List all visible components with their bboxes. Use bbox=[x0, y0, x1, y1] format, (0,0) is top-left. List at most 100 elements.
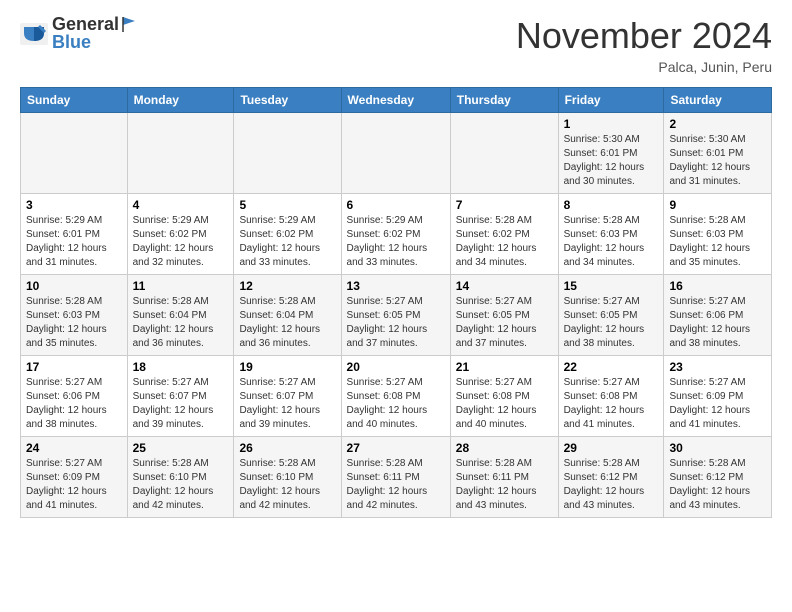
day-info: Sunrise: 5:28 AM Sunset: 6:03 PM Dayligh… bbox=[564, 214, 659, 270]
day-number: 19 bbox=[239, 360, 335, 374]
calendar-cell bbox=[341, 113, 450, 194]
day-number: 11 bbox=[133, 279, 229, 293]
calendar-cell: 26Sunrise: 5:28 AM Sunset: 6:10 PM Dayli… bbox=[234, 437, 341, 518]
calendar-week-row: 24 Sunrise: 5:27 AM Sunset: 6:09 PM Dayli… bbox=[21, 437, 772, 518]
day-number: 6 bbox=[347, 198, 445, 212]
day-of-week-header: Friday bbox=[558, 88, 664, 113]
day-info: Sunrise: 5:27 AM Sunset: 6:09 PM Dayligh… bbox=[26, 457, 122, 513]
day-number: 5 bbox=[239, 198, 335, 212]
calendar-cell bbox=[21, 113, 128, 194]
calendar-cell: 19 Sunrise: 5:27 AM Sunset: 6:07 PM Dayli… bbox=[234, 356, 341, 437]
day-info: Sunrise: 5:27 AM Sunset: 6:08 PM Dayligh… bbox=[564, 376, 659, 432]
calendar-cell: 30Sunrise: 5:28 AM Sunset: 6:12 PM Dayli… bbox=[664, 437, 772, 518]
day-number: 4 bbox=[133, 198, 229, 212]
day-of-week-header: Thursday bbox=[450, 88, 558, 113]
day-info: Sunrise: 5:30 AM Sunset: 6:01 PM Dayligh… bbox=[564, 133, 659, 189]
day-of-week-header: Wednesday bbox=[341, 88, 450, 113]
month-title: November 2024 bbox=[516, 15, 772, 57]
day-number: 20 bbox=[347, 360, 445, 374]
page-header: General Blue November 2024 Palca, Junin,… bbox=[20, 15, 772, 75]
day-info: Sunrise: 5:27 AM Sunset: 6:08 PM Dayligh… bbox=[456, 376, 553, 432]
day-info: Sunrise: 5:29 AM Sunset: 6:02 PM Dayligh… bbox=[347, 214, 445, 270]
day-info: Sunrise: 5:28 AM Sunset: 6:10 PM Dayligh… bbox=[133, 457, 229, 513]
day-info: Sunrise: 5:28 AM Sunset: 6:04 PM Dayligh… bbox=[239, 295, 335, 351]
calendar-cell: 16 Sunrise: 5:27 AM Sunset: 6:06 PM Dayli… bbox=[664, 275, 772, 356]
calendar-week-row: 17 Sunrise: 5:27 AM Sunset: 6:06 PM Dayli… bbox=[21, 356, 772, 437]
calendar-cell bbox=[234, 113, 341, 194]
calendar-table: SundayMondayTuesdayWednesdayThursdayFrid… bbox=[20, 87, 772, 518]
location: Palca, Junin, Peru bbox=[516, 59, 772, 75]
day-info: Sunrise: 5:29 AM Sunset: 6:02 PM Dayligh… bbox=[133, 214, 229, 270]
day-number: 24 bbox=[26, 441, 122, 455]
day-number: 17 bbox=[26, 360, 122, 374]
day-number: 10 bbox=[26, 279, 122, 293]
day-number: 21 bbox=[456, 360, 553, 374]
page-container: General Blue November 2024 Palca, Junin,… bbox=[0, 0, 792, 528]
logo-flag-icon bbox=[121, 15, 137, 33]
day-number: 12 bbox=[239, 279, 335, 293]
calendar-week-row: 10 Sunrise: 5:28 AM Sunset: 6:03 PM Dayli… bbox=[21, 275, 772, 356]
day-number: 26 bbox=[239, 441, 335, 455]
day-number: 14 bbox=[456, 279, 553, 293]
day-number: 15 bbox=[564, 279, 659, 293]
day-info: Sunrise: 5:27 AM Sunset: 6:05 PM Dayligh… bbox=[456, 295, 553, 351]
day-info: Sunrise: 5:27 AM Sunset: 6:06 PM Dayligh… bbox=[669, 295, 766, 351]
calendar-cell: 12 Sunrise: 5:28 AM Sunset: 6:04 PM Dayli… bbox=[234, 275, 341, 356]
calendar-cell: 13 Sunrise: 5:27 AM Sunset: 6:05 PM Dayli… bbox=[341, 275, 450, 356]
day-number: 1 bbox=[564, 117, 659, 131]
calendar-cell: 9Sunrise: 5:28 AM Sunset: 6:03 PM Daylig… bbox=[664, 194, 772, 275]
calendar-cell: 1 Sunrise: 5:30 AM Sunset: 6:01 PM Daylig… bbox=[558, 113, 664, 194]
day-of-week-header: Sunday bbox=[21, 88, 128, 113]
day-info: Sunrise: 5:28 AM Sunset: 6:03 PM Dayligh… bbox=[26, 295, 122, 351]
day-info: Sunrise: 5:28 AM Sunset: 6:11 PM Dayligh… bbox=[456, 457, 553, 513]
calendar-week-row: 3Sunrise: 5:29 AM Sunset: 6:01 PM Daylig… bbox=[21, 194, 772, 275]
calendar-cell: 20 Sunrise: 5:27 AM Sunset: 6:08 PM Dayli… bbox=[341, 356, 450, 437]
day-info: Sunrise: 5:27 AM Sunset: 6:08 PM Dayligh… bbox=[347, 376, 445, 432]
title-section: November 2024 Palca, Junin, Peru bbox=[516, 15, 772, 75]
day-info: Sunrise: 5:28 AM Sunset: 6:12 PM Dayligh… bbox=[669, 457, 766, 513]
day-info: Sunrise: 5:27 AM Sunset: 6:06 PM Dayligh… bbox=[26, 376, 122, 432]
calendar-cell: 3Sunrise: 5:29 AM Sunset: 6:01 PM Daylig… bbox=[21, 194, 128, 275]
calendar-cell: 15Sunrise: 5:27 AM Sunset: 6:05 PM Dayli… bbox=[558, 275, 664, 356]
logo-icon bbox=[20, 23, 48, 45]
calendar-cell bbox=[127, 113, 234, 194]
calendar-cell: 27Sunrise: 5:28 AM Sunset: 6:11 PM Dayli… bbox=[341, 437, 450, 518]
logo-text: General Blue bbox=[52, 15, 137, 53]
day-number: 18 bbox=[133, 360, 229, 374]
day-info: Sunrise: 5:27 AM Sunset: 6:05 PM Dayligh… bbox=[347, 295, 445, 351]
day-number: 8 bbox=[564, 198, 659, 212]
day-number: 2 bbox=[669, 117, 766, 131]
calendar-cell: 8 Sunrise: 5:28 AM Sunset: 6:03 PM Daylig… bbox=[558, 194, 664, 275]
day-number: 28 bbox=[456, 441, 553, 455]
day-info: Sunrise: 5:27 AM Sunset: 6:09 PM Dayligh… bbox=[669, 376, 766, 432]
calendar-header-row: SundayMondayTuesdayWednesdayThursdayFrid… bbox=[21, 88, 772, 113]
day-number: 29 bbox=[564, 441, 659, 455]
day-number: 7 bbox=[456, 198, 553, 212]
calendar-cell: 5 Sunrise: 5:29 AM Sunset: 6:02 PM Daylig… bbox=[234, 194, 341, 275]
calendar-cell: 23 Sunrise: 5:27 AM Sunset: 6:09 PM Dayli… bbox=[664, 356, 772, 437]
calendar-cell: 21 Sunrise: 5:27 AM Sunset: 6:08 PM Dayli… bbox=[450, 356, 558, 437]
day-number: 22 bbox=[564, 360, 659, 374]
calendar-cell: 25 Sunrise: 5:28 AM Sunset: 6:10 PM Dayli… bbox=[127, 437, 234, 518]
calendar-cell: 7 Sunrise: 5:28 AM Sunset: 6:02 PM Daylig… bbox=[450, 194, 558, 275]
day-of-week-header: Monday bbox=[127, 88, 234, 113]
calendar-cell: 4 Sunrise: 5:29 AM Sunset: 6:02 PM Daylig… bbox=[127, 194, 234, 275]
day-info: Sunrise: 5:28 AM Sunset: 6:04 PM Dayligh… bbox=[133, 295, 229, 351]
day-info: Sunrise: 5:27 AM Sunset: 6:07 PM Dayligh… bbox=[239, 376, 335, 432]
calendar-cell: 6 Sunrise: 5:29 AM Sunset: 6:02 PM Daylig… bbox=[341, 194, 450, 275]
day-info: Sunrise: 5:27 AM Sunset: 6:07 PM Dayligh… bbox=[133, 376, 229, 432]
day-info: Sunrise: 5:29 AM Sunset: 6:01 PM Dayligh… bbox=[26, 214, 122, 270]
day-info: Sunrise: 5:29 AM Sunset: 6:02 PM Dayligh… bbox=[239, 214, 335, 270]
calendar-cell: 28 Sunrise: 5:28 AM Sunset: 6:11 PM Dayli… bbox=[450, 437, 558, 518]
calendar-cell: 29Sunrise: 5:28 AM Sunset: 6:12 PM Dayli… bbox=[558, 437, 664, 518]
day-number: 23 bbox=[669, 360, 766, 374]
calendar-cell: 22 Sunrise: 5:27 AM Sunset: 6:08 PM Dayli… bbox=[558, 356, 664, 437]
day-info: Sunrise: 5:28 AM Sunset: 6:11 PM Dayligh… bbox=[347, 457, 445, 513]
day-info: Sunrise: 5:28 AM Sunset: 6:02 PM Dayligh… bbox=[456, 214, 553, 270]
calendar-cell: 17 Sunrise: 5:27 AM Sunset: 6:06 PM Dayli… bbox=[21, 356, 128, 437]
calendar-cell: 2Sunrise: 5:30 AM Sunset: 6:01 PM Daylig… bbox=[664, 113, 772, 194]
day-number: 16 bbox=[669, 279, 766, 293]
day-number: 13 bbox=[347, 279, 445, 293]
day-number: 9 bbox=[669, 198, 766, 212]
day-number: 25 bbox=[133, 441, 229, 455]
